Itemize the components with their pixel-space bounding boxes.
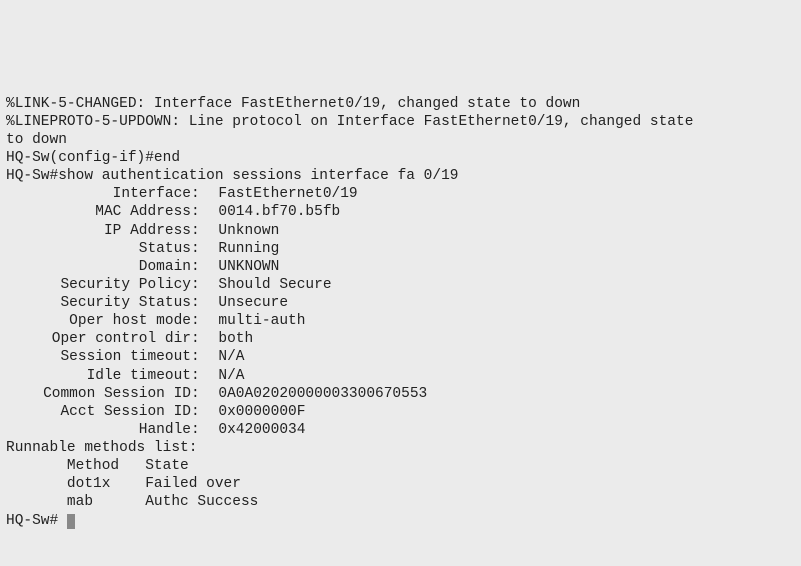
session-field: Oper control dir: both <box>6 330 795 348</box>
session-field: IP Address: Unknown <box>6 222 795 240</box>
prompt-line[interactable]: HQ-Sw# <box>6 512 795 530</box>
field-label: Status <box>6 240 191 258</box>
methods-header: Runnable methods list: <box>6 439 795 457</box>
method-row: mab Authc Success <box>6 493 795 511</box>
methods-columns: Method State <box>6 457 795 475</box>
session-field: Security Policy: Should Secure <box>6 276 795 294</box>
session-field: Common Session ID: 0A0A02020000003300670… <box>6 385 795 403</box>
session-field: Status: Running <box>6 240 795 258</box>
field-label: Idle timeout <box>6 367 191 385</box>
field-value: Unknown <box>201 222 279 240</box>
field-value: 0014.bf70.b5fb <box>201 203 340 221</box>
session-field: Interface: FastEthernet0/19 <box>6 185 795 203</box>
log-line: %LINEPROTO-5-UPDOWN: Line protocol on In… <box>6 113 795 131</box>
field-label: Oper host mode <box>6 312 191 330</box>
field-label: Session timeout <box>6 348 191 366</box>
field-value: 0x42000034 <box>201 421 305 439</box>
field-label: Domain <box>6 258 191 276</box>
field-value: UNKNOWN <box>201 258 279 276</box>
log-line: to down <box>6 131 795 149</box>
field-label: Handle <box>6 421 191 439</box>
session-field: Handle: 0x42000034 <box>6 421 795 439</box>
field-value: Running <box>201 240 279 258</box>
field-value: multi-auth <box>201 312 305 330</box>
field-value: Unsecure <box>201 294 288 312</box>
session-field: Security Status: Unsecure <box>6 294 795 312</box>
session-field: Idle timeout: N/A <box>6 367 795 385</box>
field-label: Security Status <box>6 294 191 312</box>
prompt-line: HQ-Sw(config-if)#end <box>6 149 795 167</box>
cursor-icon <box>67 514 75 529</box>
field-value: N/A <box>201 348 245 366</box>
field-label: MAC Address <box>6 203 191 221</box>
log-line: %LINK-5-CHANGED: Interface FastEthernet0… <box>6 95 795 113</box>
field-value: both <box>201 330 253 348</box>
session-field: Acct Session ID: 0x0000000F <box>6 403 795 421</box>
field-label: IP Address <box>6 222 191 240</box>
session-field: Session timeout: N/A <box>6 348 795 366</box>
field-value: Should Secure <box>201 276 332 294</box>
field-value: FastEthernet0/19 <box>201 185 358 203</box>
session-field: Oper host mode: multi-auth <box>6 312 795 330</box>
field-label: Oper control dir <box>6 330 191 348</box>
prompt-text: HQ-Sw# <box>6 513 67 529</box>
field-label: Common Session ID <box>6 385 191 403</box>
prompt-line: HQ-Sw#show authentication sessions inter… <box>6 167 795 185</box>
session-field: MAC Address: 0014.bf70.b5fb <box>6 203 795 221</box>
field-label: Acct Session ID <box>6 403 191 421</box>
field-label: Interface <box>6 185 191 203</box>
session-field: Domain: UNKNOWN <box>6 258 795 276</box>
field-value: N/A <box>201 367 245 385</box>
field-value: 0A0A02020000003300670553 <box>201 385 427 403</box>
field-value: 0x0000000F <box>201 403 305 421</box>
method-row: dot1x Failed over <box>6 475 795 493</box>
field-label: Security Policy <box>6 276 191 294</box>
terminal-output: %LINK-5-CHANGED: Interface FastEthernet0… <box>0 91 801 534</box>
